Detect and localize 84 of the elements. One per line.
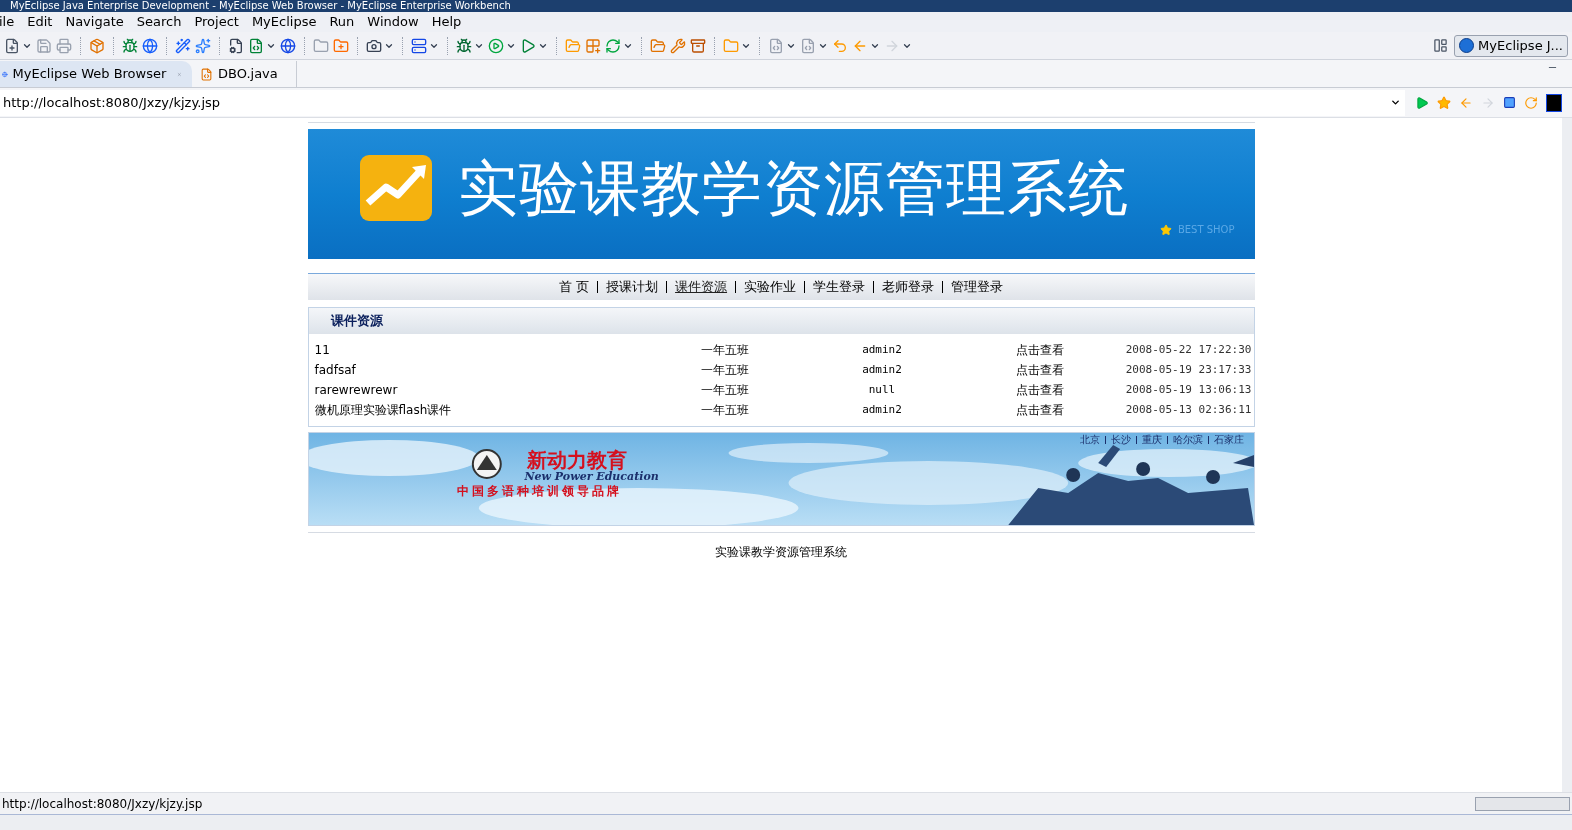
table-cell-text: 2008-05-22 17:22:30 xyxy=(1124,341,1252,358)
menu-item[interactable]: Navigate xyxy=(65,12,124,32)
folder-icon[interactable] xyxy=(313,37,329,54)
debug-icon[interactable] xyxy=(456,37,472,54)
table-cell-text: 微机原理实验课flash课件 xyxy=(314,402,453,419)
bug-icon[interactable] xyxy=(122,37,138,54)
city-link[interactable]: 长沙 xyxy=(1110,434,1131,446)
city-link[interactable]: 哈尔滨 xyxy=(1172,434,1203,446)
menu-item[interactable]: Project xyxy=(194,12,239,32)
nav-link[interactable]: 管理登录 xyxy=(951,277,1004,297)
ad-slogan: 中国多语种培训领导品牌 xyxy=(456,483,623,499)
menu-item[interactable]: Help xyxy=(431,12,462,32)
perspective-logo-icon xyxy=(1459,38,1475,53)
table-cell-text: admin2 xyxy=(861,361,903,378)
menu-item[interactable]: Window xyxy=(367,12,419,32)
run-server-icon[interactable] xyxy=(520,37,536,54)
perspective-button[interactable]: MyEclipse J... xyxy=(1454,34,1568,57)
menu-item[interactable]: Run xyxy=(329,12,355,32)
package-icon[interactable] xyxy=(89,37,105,54)
chart-logo-icon xyxy=(359,155,432,221)
nav-link[interactable]: 实验作业 xyxy=(744,277,797,297)
archive-icon[interactable] xyxy=(690,37,706,54)
address-field[interactable]: http://localhost:8080/Jxzy/kjzy.jsp xyxy=(0,89,1405,116)
view-link[interactable]: 点击查看 xyxy=(974,381,1105,399)
new-file-icon[interactable] xyxy=(4,37,20,54)
folder-plus-icon[interactable] xyxy=(333,37,349,54)
table-cell-text: 一年五班 xyxy=(699,362,750,379)
stop-icon[interactable] xyxy=(1503,96,1516,109)
table-cell-text: 2008-05-19 23:17:33 xyxy=(1124,361,1252,378)
nav-link[interactable]: 学生登录 xyxy=(813,277,866,297)
open-icon[interactable] xyxy=(650,37,666,54)
view-link[interactable]: 点击查看 xyxy=(974,401,1105,419)
menu-item[interactable]: MyEclipse xyxy=(251,12,317,32)
sparkle-icon[interactable] xyxy=(195,37,211,54)
table-cell-text: null xyxy=(867,381,897,398)
banner-tagline: BEST SHOP xyxy=(1177,223,1235,237)
table-cell-text: 一年五班 xyxy=(699,342,750,359)
file-gear-icon[interactable] xyxy=(228,37,244,54)
menu-item[interactable]: Edit xyxy=(27,12,53,32)
table-cell-text: 一年五班 xyxy=(699,382,750,399)
dropdown-icon[interactable] xyxy=(1390,97,1401,108)
menu-item[interactable]: ile xyxy=(0,12,15,32)
view-link[interactable]: 点击查看 xyxy=(974,341,1105,359)
city-link[interactable]: 石家庄 xyxy=(1213,434,1244,446)
table-cell-text: admin2 xyxy=(861,341,903,358)
editor-tab[interactable]: MyEclipse Web Browser xyxy=(0,61,192,87)
table-cell-text: 11 xyxy=(314,342,331,359)
nav-link[interactable]: 首 页 xyxy=(558,277,590,297)
menu-item[interactable]: Search xyxy=(136,12,182,32)
ad-brand-english: New Power Education xyxy=(523,471,659,483)
globe-icon[interactable] xyxy=(142,37,158,54)
color-swatch-icon[interactable] xyxy=(1546,93,1562,112)
file-code-icon[interactable] xyxy=(248,37,264,54)
grid-plus-icon[interactable] xyxy=(585,37,601,54)
table-cell-text: fadfsaf xyxy=(314,362,357,379)
nav-link[interactable]: 课件资源 xyxy=(675,277,728,297)
panel-title: 课件资源 xyxy=(330,312,383,331)
nav-link[interactable]: 老师登录 xyxy=(882,277,935,297)
nav-link[interactable]: 授课计划 xyxy=(606,277,659,297)
table-cell-text: rarewrewrewr xyxy=(314,382,399,399)
java-file-icon xyxy=(200,67,213,81)
table-cell-text: 2008-05-13 02:36:11 xyxy=(1124,401,1252,418)
tab-label: MyEclipse Web Browser xyxy=(12,65,167,84)
view-link[interactable]: 点击查看 xyxy=(974,361,1105,379)
table-cell-text: admin2 xyxy=(861,401,903,418)
city-link[interactable]: 重庆 xyxy=(1141,434,1162,446)
server-icon[interactable] xyxy=(411,37,427,54)
table-cell-text: 一年五班 xyxy=(699,402,750,419)
table-cell-text: 2008-05-19 13:06:13 xyxy=(1124,381,1252,398)
globe-icon[interactable] xyxy=(280,37,296,54)
window-title: MyEclipse Java Enterprise Development - MyEclipse Web Browser - MyEclipse Enterprise Workbench xyxy=(10,0,511,12)
tab-label: DBO.java xyxy=(218,65,278,84)
camera-icon[interactable] xyxy=(366,37,382,54)
ad-brand: 新动力教育 xyxy=(525,449,627,471)
wrench-icon[interactable] xyxy=(670,37,686,54)
banner-title: 实验课教学资源管理系统 xyxy=(457,153,1129,223)
status-text: http://localhost:8080/Jxzy/kjzy.jsp xyxy=(2,795,203,813)
city-link[interactable]: 北京 xyxy=(1079,434,1100,446)
star-icon xyxy=(1159,223,1172,236)
footer-text: 实验课教学资源管理系统 xyxy=(714,544,848,561)
wand-icon[interactable] xyxy=(175,37,191,54)
print-icon[interactable] xyxy=(56,37,72,54)
open-perspective-icon[interactable] xyxy=(1433,38,1449,53)
go-icon[interactable] xyxy=(1415,95,1429,110)
